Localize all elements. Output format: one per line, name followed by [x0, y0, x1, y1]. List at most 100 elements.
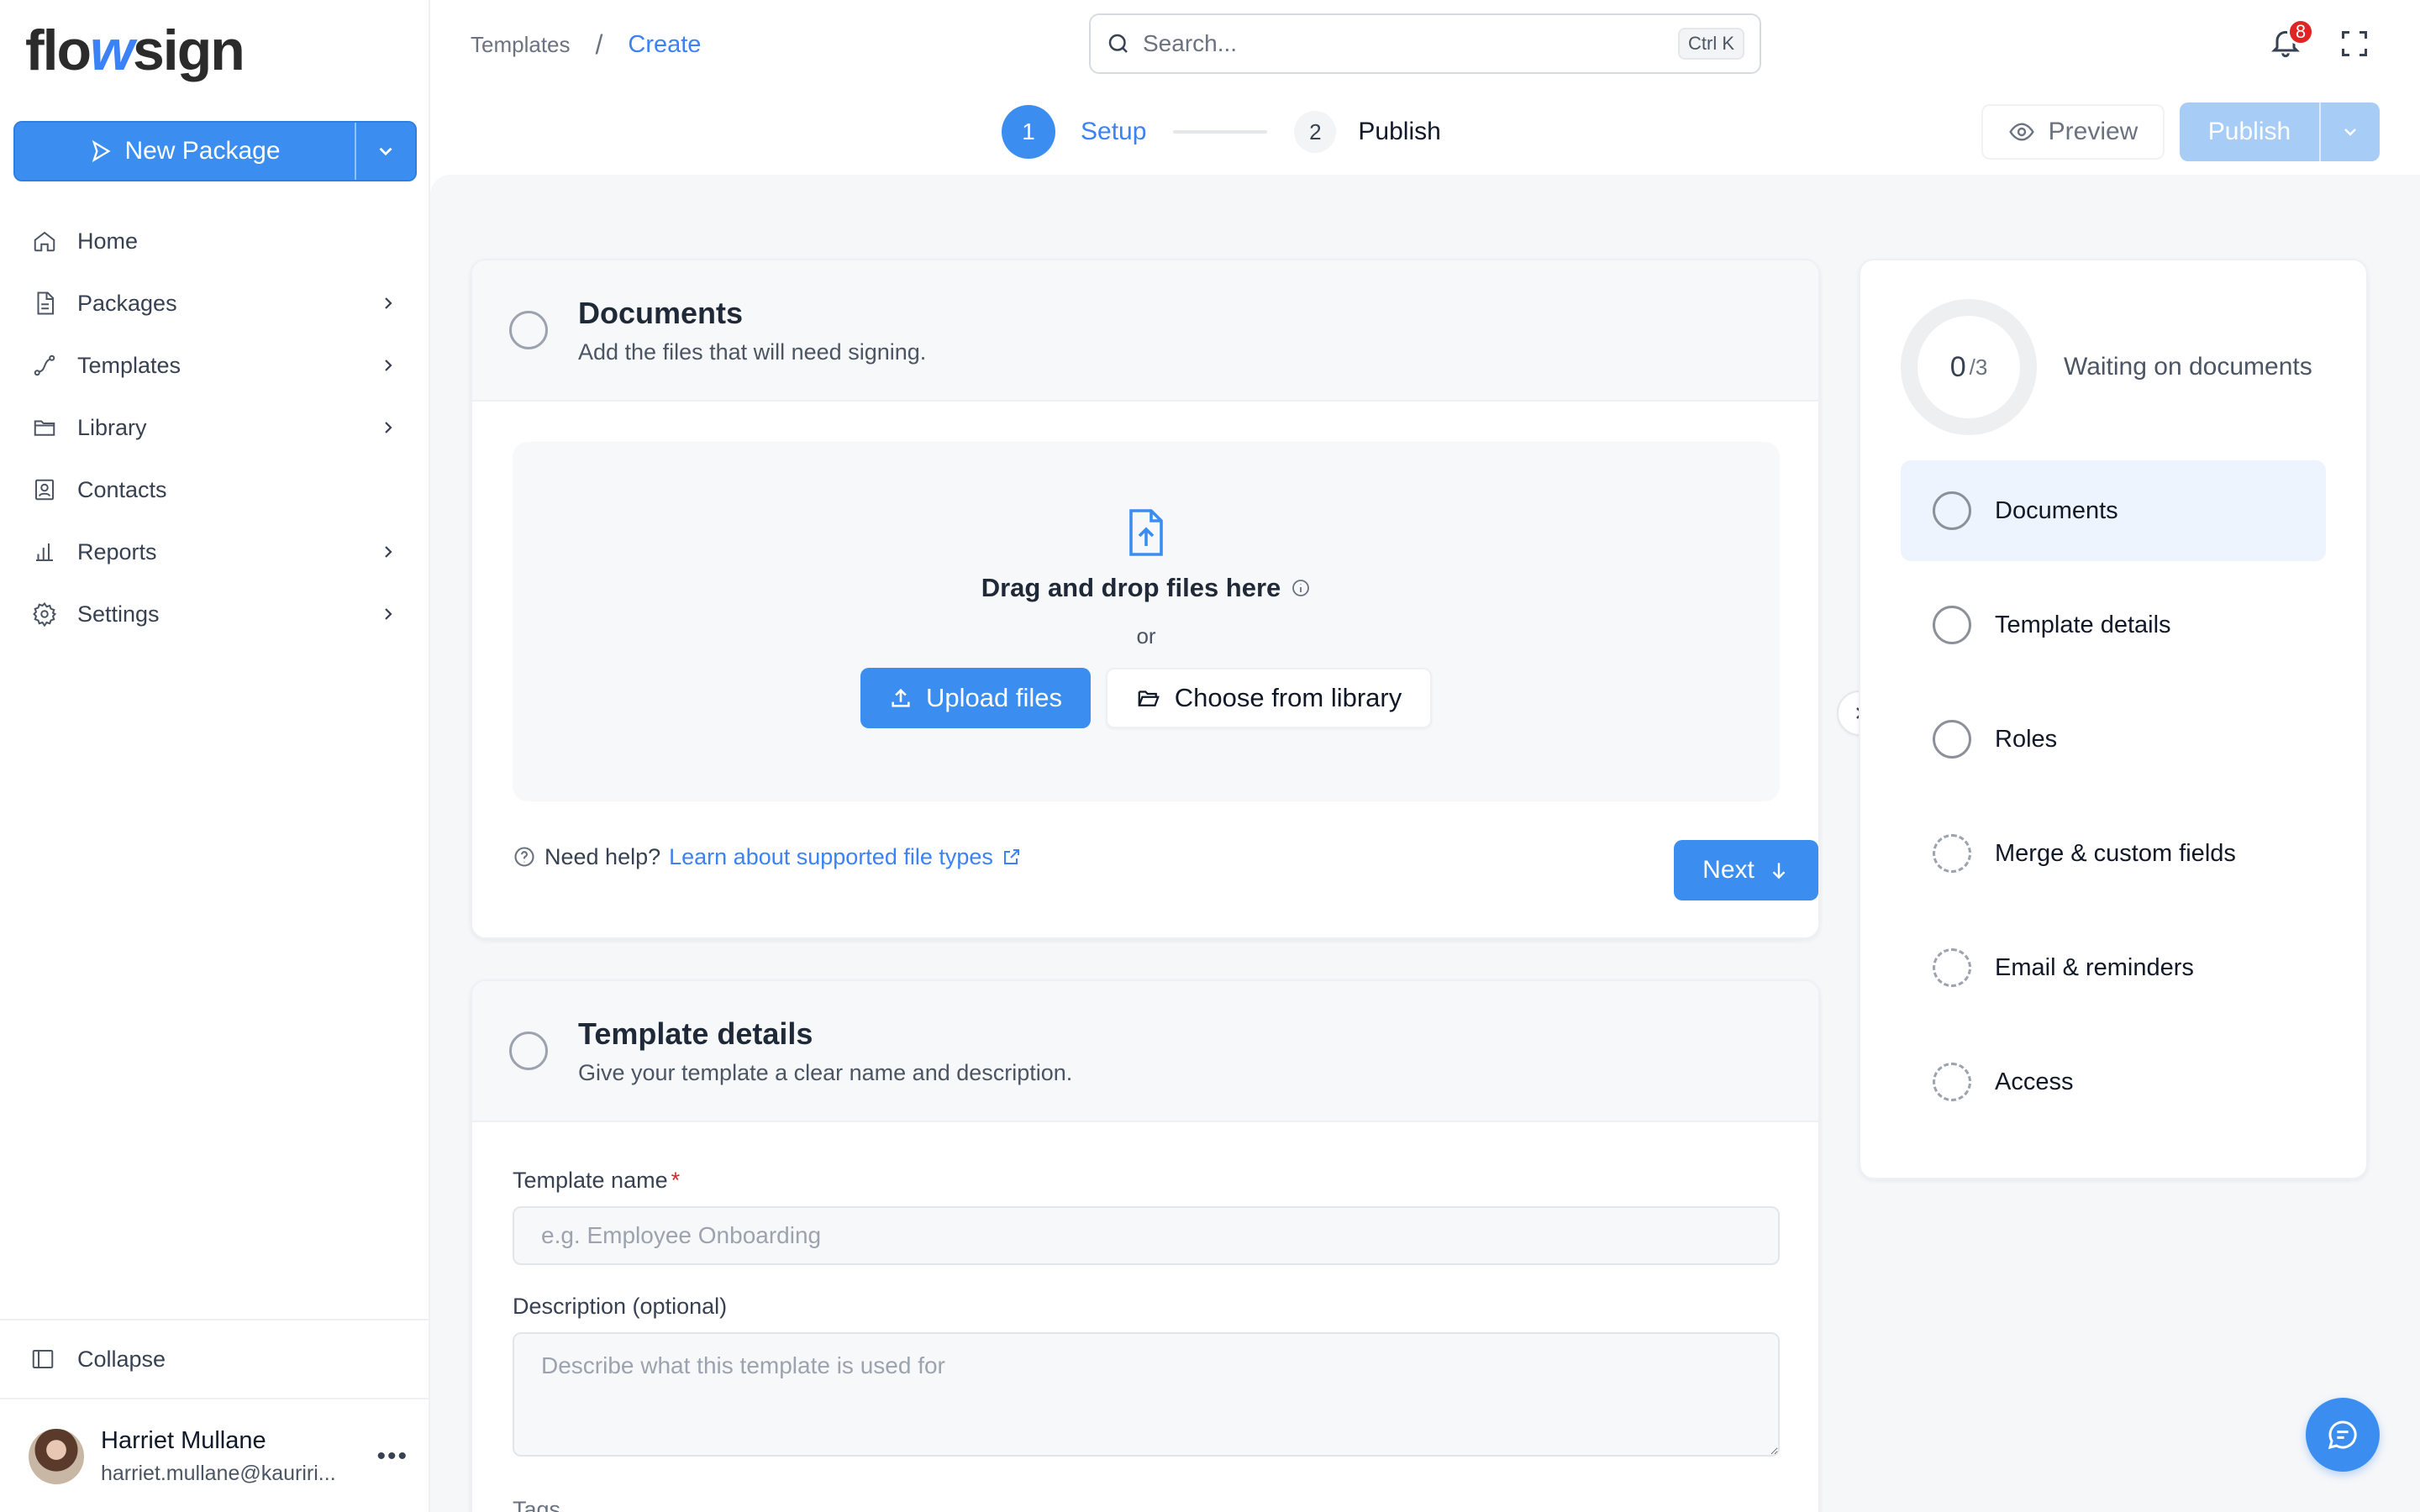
progress-item-label: Roles: [1995, 725, 2058, 753]
new-package-dropdown-button[interactable]: [355, 123, 415, 180]
folder-open-icon: [1138, 690, 1160, 706]
progress-item-email-reminders[interactable]: Email & reminders: [1901, 917, 2326, 1018]
sidebar-item-templates[interactable]: Templates: [13, 334, 417, 396]
publish-button[interactable]: Publish: [2180, 102, 2319, 161]
breadcrumb-templates[interactable]: Templates: [471, 32, 571, 58]
template-details-card: Template details Give your template a cl…: [471, 979, 1820, 1512]
sidebar-nav: Home Packages Templates Library Contacts: [13, 210, 417, 645]
step-publish-number[interactable]: 2: [1294, 111, 1337, 153]
avatar: [29, 1429, 84, 1484]
info-icon[interactable]: [1291, 578, 1311, 598]
chat-support-button[interactable]: [2306, 1398, 2380, 1472]
progress-item-label: Template details: [1995, 611, 2171, 638]
more-options-icon[interactable]: •••: [376, 1442, 408, 1471]
app-root: flo w sign New Package Home Packages Tem…: [0, 0, 2420, 1512]
chevron-down-icon: [2344, 129, 2356, 136]
file-dropzone[interactable]: Drag and drop files here or Upload files…: [513, 442, 1780, 801]
template-details-title: Template details: [578, 1016, 813, 1051]
documents-card-header[interactable]: Documents Add the files that will need s…: [472, 260, 1818, 402]
user-name: Harriet Mullane: [101, 1427, 266, 1454]
template-name-label-text: Template name: [513, 1168, 668, 1193]
logo-text-suffix: sign: [132, 18, 245, 82]
dashed-circle-icon: [1933, 948, 1971, 987]
sidebar-panel-icon: [30, 1345, 59, 1373]
notifications-button[interactable]: 8: [2269, 18, 2314, 62]
template-details-card-header[interactable]: Template details Give your template a cl…: [472, 981, 1818, 1122]
upload-icon: [892, 688, 910, 707]
supported-file-types-link[interactable]: Learn about supported file types: [669, 844, 1022, 870]
progress-item-documents[interactable]: Documents: [1901, 460, 2326, 561]
step-publish-label[interactable]: Publish: [1358, 118, 1440, 146]
chat-bubble-icon: [2328, 1420, 2357, 1450]
progress-summary: 0/3 Waiting on documents: [1901, 299, 2312, 435]
documents-card: Documents Add the files that will need s…: [471, 259, 1820, 939]
gear-icon: [30, 600, 59, 628]
dropzone-or: or: [1136, 623, 1156, 648]
new-package-button[interactable]: New Package: [15, 123, 355, 180]
sidebar-item-reports[interactable]: Reports: [13, 521, 417, 583]
logo-text-accent: w: [90, 18, 134, 82]
choose-from-library-label: Choose from library: [1174, 683, 1402, 712]
progress-status-text: Waiting on documents: [2064, 353, 2312, 381]
circle-icon: [1933, 491, 1971, 530]
progress-item-label: Merge & custom fields: [1995, 839, 2236, 867]
documents-subtitle: Add the files that will need signing.: [578, 339, 927, 365]
progress-done-count: 0: [1949, 350, 1966, 383]
choose-from-library-button[interactable]: Choose from library: [1106, 668, 1432, 728]
collapse-sidebar-button[interactable]: Collapse: [0, 1320, 429, 1399]
fullscreen-icon: [2342, 31, 2367, 56]
template-name-input[interactable]: [513, 1206, 1780, 1265]
chevron-right-icon: [376, 291, 400, 315]
document-icon: [30, 289, 59, 318]
progress-item-access[interactable]: Access: [1901, 1032, 2326, 1132]
help-row: Need help? Learn about supported file ty…: [513, 840, 1022, 874]
progress-item-roles[interactable]: Roles: [1901, 689, 2326, 790]
chevron-down-icon: [379, 147, 392, 156]
chevron-right-icon: [376, 354, 400, 377]
step-setup-number[interactable]: 1: [1002, 105, 1055, 159]
folder-icon: [30, 413, 59, 442]
next-button[interactable]: Next: [1674, 840, 1818, 900]
logo[interactable]: flo w sign: [25, 17, 245, 84]
publish-dropdown-button[interactable]: [2319, 102, 2380, 161]
circle-icon: [1933, 720, 1971, 759]
notification-badge: 8: [2287, 18, 2314, 45]
route-icon: [30, 351, 59, 380]
search-box: Ctrl K: [1089, 13, 1761, 74]
progress-item-merge-custom-fields[interactable]: Merge & custom fields: [1901, 803, 2326, 904]
chevron-right-icon: [376, 540, 400, 564]
sidebar-item-packages[interactable]: Packages: [13, 272, 417, 334]
progress-item-template-details[interactable]: Template details: [1901, 575, 2326, 675]
preview-button[interactable]: Preview: [1981, 104, 2165, 160]
logo-text-prefix: flo: [25, 18, 92, 82]
fullscreen-button[interactable]: [2339, 29, 2370, 59]
template-details-subtitle: Give your template a clear name and desc…: [578, 1059, 1073, 1085]
stepper: 1 Setup 2 Publish: [1002, 104, 1441, 160]
description-textarea[interactable]: [513, 1332, 1780, 1457]
documents-status-ring-icon: [509, 311, 548, 349]
upload-files-button[interactable]: Upload files: [860, 668, 1091, 728]
sidebar-item-contacts[interactable]: Contacts: [13, 459, 417, 521]
arrow-down-icon: [1772, 863, 1786, 879]
sidebar-item-label: Reports: [77, 538, 157, 564]
help-prefix: Need help?: [544, 843, 661, 869]
sidebar-item-library[interactable]: Library: [13, 396, 417, 459]
sidebar-footer: Collapse Harriet Mullane harriet.mullane…: [0, 1319, 429, 1512]
progress-item-label: Email & reminders: [1995, 953, 2194, 981]
template-name-label: Template name *: [513, 1168, 680, 1194]
circle-icon: [1933, 606, 1971, 644]
file-upload-icon: [1129, 509, 1163, 556]
publish-label: Publish: [2207, 118, 2291, 145]
required-marker: *: [671, 1168, 681, 1193]
eye-icon: [2008, 123, 2034, 141]
sidebar-item-label: Templates: [77, 352, 182, 378]
step-setup-label[interactable]: Setup: [1081, 118, 1146, 146]
help-link-text: Learn about supported file types: [669, 843, 993, 869]
sidebar-item-home[interactable]: Home: [13, 210, 417, 272]
search-input[interactable]: [1143, 30, 1678, 57]
user-profile[interactable]: Harriet Mullane harriet.mullane@kauriri.…: [0, 1399, 429, 1512]
sidebar-item-settings[interactable]: Settings: [13, 583, 417, 645]
bar-chart-icon: [30, 538, 59, 566]
progress-total-count: /3: [1969, 354, 1988, 380]
dashed-circle-icon: [1933, 1063, 1971, 1101]
